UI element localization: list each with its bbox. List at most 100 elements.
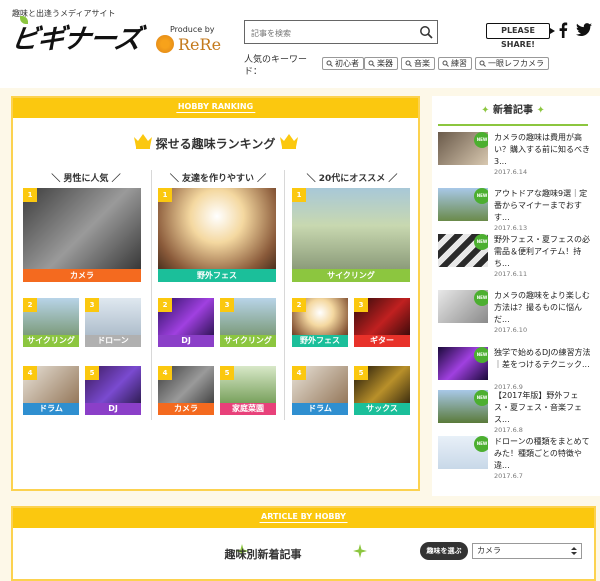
article-title: カメラの趣味は費用が高い？購入する前に知るべき3...	[494, 133, 590, 166]
cycling-photo	[292, 188, 410, 282]
article-date: 2017.6.10	[494, 326, 528, 334]
keyword-tag-label: 音楽	[414, 59, 430, 68]
article-list-item[interactable]: NEW 野外フェス・夏フェスの必需品＆便利アイテム！持ち... 2017.6.1…	[438, 234, 594, 286]
article-thumbnail: NEW	[438, 436, 488, 469]
facebook-icon[interactable]	[558, 22, 568, 38]
ranking-item-label: 家庭菜園	[220, 403, 276, 415]
page-root: 趣味と出逢うメディアサイト ビギナーズ Produce by ReRe 人気のキ…	[0, 0, 600, 581]
article-list-item[interactable]: NEW アウトドアな趣味9選｜定番からマイナーまでおすす... 2017.6.1…	[438, 188, 594, 240]
article-list-item[interactable]: NEW カメラの趣味は費用が高い？購入する前に知るべき3... 2017.6.1…	[438, 132, 594, 184]
ranking-item-label: ドラム	[23, 403, 79, 415]
chevron-updown-icon	[571, 547, 577, 555]
ranking-item-label: ドラム	[292, 403, 348, 415]
ranking-column-heading: ＼ 男性に人気 ／	[51, 174, 121, 184]
ranking-item[interactable]: 3 サイクリング	[220, 298, 276, 347]
sparkle-icon: ✦	[481, 105, 493, 116]
ranking-title: 探せる趣味ランキング	[155, 137, 276, 151]
rank-badge: 4	[23, 366, 37, 380]
ranking-item[interactable]: 1 カメラ	[23, 188, 141, 282]
ranking-item[interactable]: 5 サックス	[354, 366, 410, 415]
ranking-item-label: DJ	[85, 403, 141, 415]
keyword-tag-label: 一眼レフカメラ	[488, 59, 544, 68]
crown-icon	[280, 134, 298, 149]
new-badge: NEW	[474, 347, 488, 363]
keyword-tag[interactable]: 音楽	[401, 57, 435, 70]
twitter-icon[interactable]	[576, 23, 592, 37]
article-thumbnail: NEW	[438, 390, 488, 423]
article-title: ドローンの種類をまとめてみた！種類ごとの特徴や違...	[494, 437, 590, 470]
ranking-item-label: サイクリング	[23, 335, 79, 347]
article-list-item[interactable]: NEW カメラの趣味をより楽しむ方法は？撮るものに悩んだ... 2017.6.1…	[438, 290, 594, 342]
ranking-item[interactable]: 4 ドラム	[23, 366, 79, 415]
rank-badge: 1	[158, 188, 172, 202]
rank-badge: 2	[158, 298, 172, 312]
search-icon	[479, 60, 486, 67]
sidebar-heading: ✦ 新着記事 ✦	[438, 100, 588, 122]
ranking-item[interactable]: 3 ギター	[354, 298, 410, 347]
ranking-item[interactable]: 2 サイクリング	[23, 298, 79, 347]
hobby-select[interactable]: カメラ	[472, 543, 582, 559]
share-label: PLEASE SHARE!	[486, 23, 550, 49]
ranking-item[interactable]: 3 ドローン	[85, 298, 141, 347]
ranking-item-label: サイクリング	[292, 269, 410, 282]
keyword-tag[interactable]: 初心者	[322, 57, 364, 70]
ranking-item-label: サイクリング	[220, 335, 276, 347]
new-badge: NEW	[474, 436, 488, 452]
keyword-tag[interactable]: 楽器	[364, 57, 398, 70]
ranking-item-label: DJ	[158, 335, 214, 347]
article-thumbnail: NEW	[438, 188, 488, 221]
rank-badge: 2	[292, 298, 306, 312]
article-title: カメラの趣味をより楽しむ方法は？撮るものに悩んだ...	[494, 291, 590, 324]
rank-badge: 4	[292, 366, 306, 380]
festival-photo	[158, 188, 276, 282]
search-icon[interactable]	[419, 25, 433, 39]
ranking-item[interactable]: 5 家庭菜園	[220, 366, 276, 415]
keyword-tag[interactable]: 一眼レフカメラ	[475, 57, 549, 70]
keyword-tag[interactable]: 練習	[438, 57, 472, 70]
rank-badge: 2	[23, 298, 37, 312]
article-list-item[interactable]: NEW ドローンの種類をまとめてみた！種類ごとの特徴や違... 2017.6.7	[438, 436, 594, 488]
article-date: 2017.6.11	[494, 270, 528, 278]
article-title: 野外フェス・夏フェスの必需品＆便利アイテム！持ち...	[494, 235, 590, 268]
article-title: アウトドアな趣味9選｜定番からマイナーまでおすす...	[494, 189, 588, 222]
ranking-column-heading: ＼ 20代にオススメ ／	[306, 174, 398, 184]
rank-badge: 1	[292, 188, 306, 202]
article-date: 2017.6.14	[494, 168, 528, 176]
ranking-item[interactable]: 4 カメラ	[158, 366, 214, 415]
article-thumbnail: NEW	[438, 132, 488, 165]
article-list-item[interactable]: NEW 【2017年版】野外フェス・夏フェス・音楽フェス... 2017.6.8	[438, 390, 594, 442]
sidebar-underline	[438, 124, 588, 126]
hobby-picker-label: 趣味を選ぶ	[420, 542, 468, 560]
section-bar: HOBBY RANKING	[13, 98, 418, 118]
hobby-ranking-panel: HOBBY RANKING 探せる趣味ランキング ＼ 男性に人気 ／ ＼ 友達を…	[11, 96, 420, 491]
article-thumbnail: NEW	[438, 234, 488, 267]
ranking-item-label: カメラ	[158, 403, 214, 415]
new-articles-sidebar: ✦ 新着記事 ✦ NEW カメラの趣味は費用が高い？購入する前に知るべき3...…	[432, 96, 600, 496]
ranking-item[interactable]: 2 DJ	[158, 298, 214, 347]
new-badge: NEW	[474, 234, 488, 250]
share-arrow-icon	[550, 28, 555, 34]
keyword-tag-label: 初心者	[335, 59, 359, 68]
site-logo[interactable]: ビギナーズ	[9, 17, 143, 56]
sidebar-heading-text: 新着記事	[493, 105, 533, 116]
article-date: 2017.6.8	[494, 426, 523, 434]
sparkle-icon	[353, 544, 367, 558]
rere-logo-icon[interactable]	[156, 35, 174, 53]
ranking-item[interactable]: 2 野外フェス	[292, 298, 348, 347]
ranking-item[interactable]: 4 ドラム	[292, 366, 348, 415]
ranking-item[interactable]: 5 DJ	[85, 366, 141, 415]
rank-badge: 1	[23, 188, 37, 202]
ranking-item[interactable]: 1 サイクリング	[292, 188, 410, 282]
rank-badge: 3	[354, 298, 368, 312]
rere-logo-text[interactable]: ReRe	[178, 35, 221, 54]
produce-by-text: Produce by	[170, 25, 215, 34]
article-date: 2017.6.13	[494, 224, 528, 232]
article-title: 独学で始めるDJの練習方法｜差をつけるテクニック...	[494, 348, 591, 369]
rank-badge: 3	[220, 298, 234, 312]
article-date: 2017.6.7	[494, 472, 523, 480]
search-input[interactable]	[245, 22, 415, 45]
search-bar	[244, 20, 438, 45]
new-badge: NEW	[474, 290, 488, 306]
ranking-item[interactable]: 1 野外フェス	[158, 188, 276, 282]
search-icon	[326, 60, 333, 67]
